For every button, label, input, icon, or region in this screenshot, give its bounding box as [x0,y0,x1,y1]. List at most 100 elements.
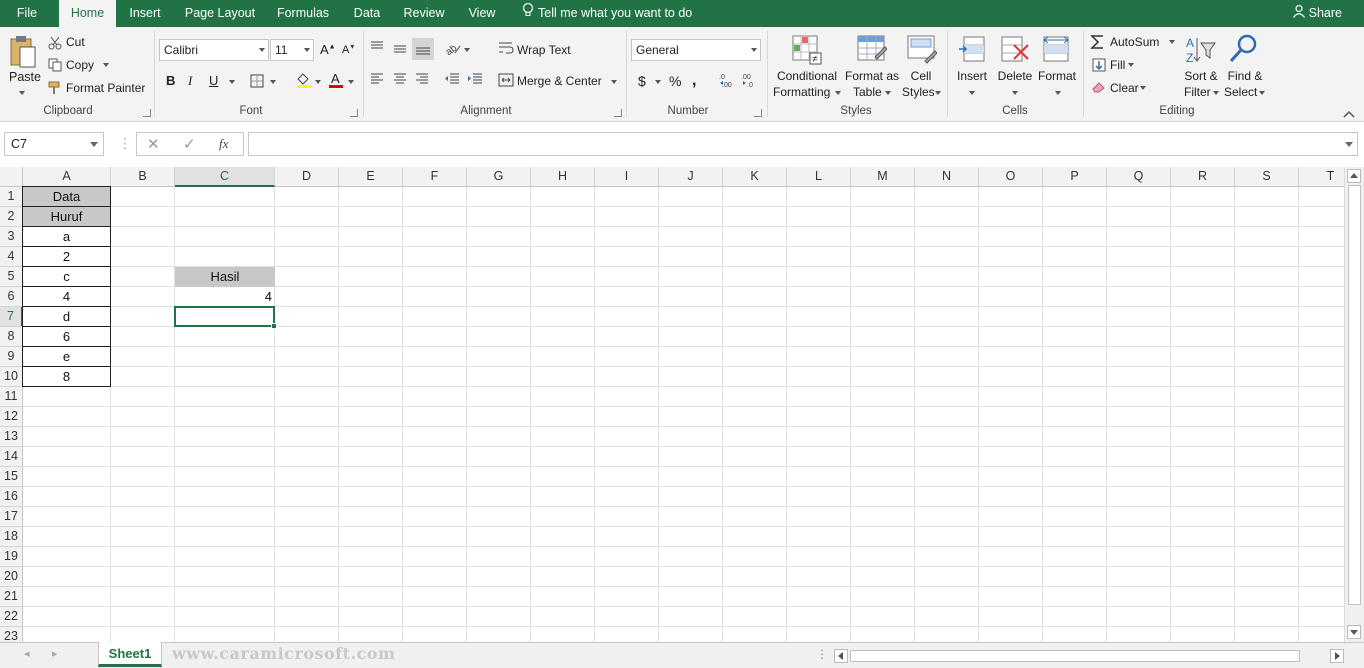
align-right-icon[interactable] [415,73,429,88]
column-header-p[interactable]: P [1043,167,1107,187]
column-header-n[interactable]: N [915,167,979,187]
clipboard-launcher-icon[interactable] [143,109,151,117]
column-header-m[interactable]: M [851,167,915,187]
delete-cells-button[interactable]: Delete [996,69,1034,83]
copy-button[interactable]: Copy [66,58,94,72]
format-as-table-icon[interactable] [857,35,888,68]
borders-dropdown-icon[interactable] [270,80,276,84]
tab-page-layout[interactable]: Page Layout [178,0,262,27]
italic-button[interactable]: I [188,73,192,89]
cell-a1[interactable]: Data [22,186,111,207]
cell-c5[interactable]: Hasil [175,267,275,287]
sheet-tab-sheet1[interactable]: Sheet1 [98,642,162,667]
tab-insert[interactable]: Insert [122,0,168,27]
tab-split-handle-icon[interactable]: ⋮ [816,647,828,661]
tab-data[interactable]: Data [344,0,390,27]
row-header-3[interactable]: 3 [0,227,23,247]
orientation-dropdown-icon[interactable] [464,48,470,52]
cancel-icon[interactable]: ✕ [147,135,160,153]
row-header-6[interactable]: 6 [0,287,23,307]
currency-dropdown-icon[interactable] [655,80,661,84]
column-header-f[interactable]: F [403,167,467,187]
column-header-b[interactable]: B [111,167,175,187]
column-header-s[interactable]: S [1235,167,1299,187]
row-header-11[interactable]: 11 [0,387,23,407]
find-select-dropdown-icon[interactable] [1259,91,1265,95]
row-header-21[interactable]: 21 [0,587,23,607]
collapse-ribbon-icon[interactable] [1343,107,1355,121]
insert-function-icon[interactable]: fx [219,136,228,152]
row-header-20[interactable]: 20 [0,567,23,587]
conditional-formatting-dropdown-icon[interactable] [835,91,841,95]
row-header-22[interactable]: 22 [0,607,23,627]
share-button[interactable]: Share [1292,0,1342,27]
fill-button[interactable]: Fill [1110,58,1125,72]
format-as-table-dropdown-icon[interactable] [885,91,891,95]
tab-home[interactable]: Home [59,0,116,27]
cell-styles-icon[interactable] [907,35,938,68]
sort-filter-label-1[interactable]: Sort & [1180,69,1222,83]
row-header-7[interactable]: 7 [0,307,23,327]
column-header-o[interactable]: O [979,167,1043,187]
sort-filter-icon[interactable]: AZ [1185,35,1217,68]
scroll-left-button[interactable] [834,649,848,663]
font-color-dropdown-icon[interactable] [348,80,354,84]
tab-review[interactable]: Review [398,0,450,27]
vertical-scroll-thumb[interactable] [1348,185,1361,605]
cell-a3[interactable]: a [22,227,111,247]
autosum-dropdown-icon[interactable] [1169,40,1175,44]
cell-a4[interactable]: 2 [22,247,111,267]
comma-style-icon[interactable]: , [692,72,696,90]
expand-formula-bar-icon[interactable] [1345,142,1353,147]
insert-cells-icon[interactable] [958,35,986,68]
paste-icon[interactable] [9,35,37,72]
increase-indent-icon[interactable] [467,73,483,88]
worksheet-grid[interactable]: A B C D E F G H I J K L M N O P Q R S T 1 2 3 4 5 6 7 8 9 10 11 12 13 14 1… [0,167,1344,642]
paste-dropdown-icon[interactable] [19,91,25,95]
tab-formulas[interactable]: Formulas [270,0,336,27]
merge-center-button[interactable]: Merge & Center [517,74,602,88]
cell-a2[interactable]: Huruf [22,207,111,227]
tab-view[interactable]: View [460,0,504,27]
cell-a10[interactable]: 8 [22,367,111,387]
column-header-d[interactable]: D [275,167,339,187]
merge-dropdown-icon[interactable] [611,80,617,84]
check-icon[interactable]: ✓ [183,135,196,153]
insert-cells-button[interactable]: Insert [956,69,988,83]
tab-file[interactable]: File [4,0,50,27]
prev-sheet-icon[interactable]: ◂ [24,647,30,660]
middle-align-icon[interactable] [393,43,407,58]
column-header-q[interactable]: Q [1107,167,1171,187]
select-all-corner[interactable] [0,167,23,187]
column-header-c[interactable]: C [175,167,275,187]
column-header-t[interactable]: T [1299,167,1344,187]
row-header-14[interactable]: 14 [0,447,23,467]
delete-cells-icon[interactable] [1000,35,1030,68]
fill-color-dropdown-icon[interactable] [315,80,321,84]
percent-button[interactable]: % [669,73,681,89]
font-color-icon[interactable]: A [328,71,344,92]
number-format-dropdown[interactable]: General [631,39,761,61]
increase-decimal-icon[interactable]: .0.00 [719,72,735,91]
tell-me-search[interactable]: Tell me what you want to do [522,0,692,27]
autosum-button[interactable]: AutoSum [1110,35,1159,49]
horizontal-scroll-thumb[interactable] [850,650,1300,662]
conditional-formatting-label-2[interactable]: Formatting [773,85,830,99]
currency-button[interactable]: $ [638,73,646,89]
conditional-formatting-label-1[interactable]: Conditional [773,69,841,83]
column-header-l[interactable]: L [787,167,851,187]
wrap-text-button[interactable]: Wrap Text [517,43,571,57]
cell-a8[interactable]: 6 [22,327,111,347]
row-header-1[interactable]: 1 [0,187,23,207]
fill-dropdown-icon[interactable] [1128,63,1134,67]
underline-dropdown-icon[interactable] [229,80,235,84]
copy-dropdown-icon[interactable] [103,63,109,67]
horizontal-scrollbar[interactable] [834,648,1346,664]
row-header-19[interactable]: 19 [0,547,23,567]
font-launcher-icon[interactable] [350,109,358,117]
sort-filter-dropdown-icon[interactable] [1213,91,1219,95]
column-header-h[interactable]: H [531,167,595,187]
scroll-down-button[interactable] [1347,625,1361,639]
row-header-2[interactable]: 2 [0,207,23,227]
column-header-g[interactable]: G [467,167,531,187]
